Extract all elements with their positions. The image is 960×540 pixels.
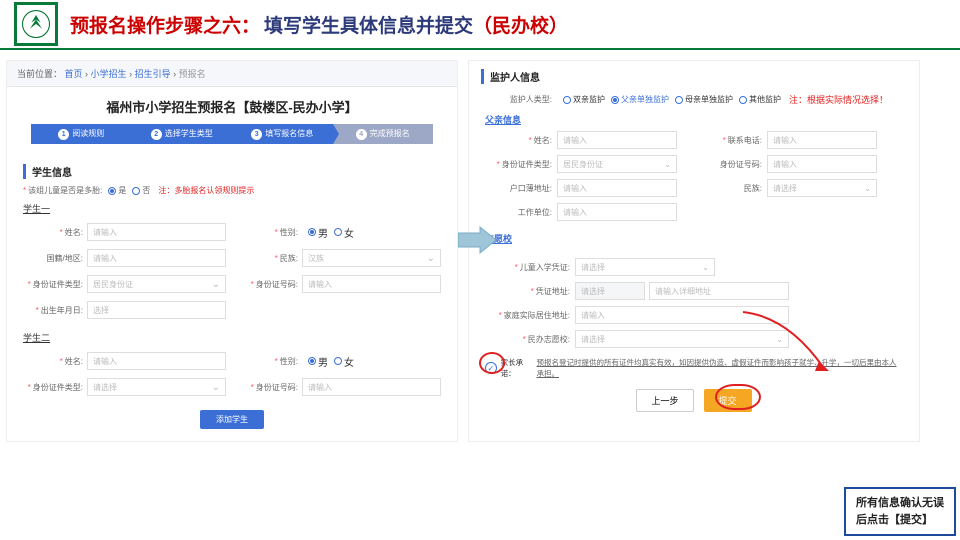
arrow-icon — [458, 225, 498, 255]
form-title: 福州市小学招生预报名【鼓楼区-民办小学】 — [7, 87, 457, 124]
select-father-idtype[interactable]: 居民身份证 — [557, 155, 677, 173]
form-panel-left: 当前位置： 首页 › 小学招生 › 招生引导 › 预报名 福州市小学招生预报名【… — [6, 60, 458, 442]
input-name-2[interactable]: 请输入 — [87, 352, 226, 370]
input-birth-1[interactable]: 选择 — [87, 301, 226, 319]
school-logo — [14, 2, 58, 46]
radio-g2[interactable] — [611, 96, 619, 104]
select-enroll-cert[interactable]: 请选择 — [575, 258, 715, 276]
input-idno-2[interactable]: 请输入 — [302, 378, 441, 396]
stepper: 1阅读规则 2选择学生类型 3填写报名信息 4完成预报名 — [7, 124, 457, 152]
input-father-idno[interactable]: 请输入 — [767, 155, 877, 173]
section-father: 父亲信息 — [469, 109, 919, 128]
section-guardian: 监护人信息 — [481, 69, 919, 84]
input-region-1[interactable]: 请输入 — [87, 249, 226, 267]
section-wish-school: 志愿校 — [469, 228, 919, 247]
radio-male-2[interactable] — [308, 357, 316, 365]
select-idtype-1[interactable]: 居民身份证 — [87, 275, 226, 293]
radio-female-2[interactable] — [334, 357, 342, 365]
input-father-huji[interactable]: 请输入 — [557, 179, 677, 197]
input-name-1[interactable]: 请输入 — [87, 223, 226, 241]
select-idtype-2[interactable]: 请选择 — [87, 378, 226, 396]
breadcrumb: 当前位置： 首页 › 小学招生 › 招生引导 › 预报名 — [7, 61, 457, 87]
radio-g3[interactable] — [675, 96, 683, 104]
input-cert-detail[interactable]: 请输入详细地址 — [649, 282, 789, 300]
page-title: 预报名操作步骤之六：填写学生具体信息并提交（民办校） — [70, 11, 568, 38]
radio-female-1[interactable] — [334, 228, 342, 236]
input-father-work[interactable]: 请输入 — [557, 203, 677, 221]
radio-twin-yes[interactable] — [108, 187, 116, 195]
radio-male-1[interactable] — [308, 228, 316, 236]
add-student-button[interactable]: 添加学生 — [200, 410, 264, 429]
radio-twin-no[interactable] — [132, 187, 140, 195]
select-father-minzu[interactable]: 请选择 — [767, 179, 877, 197]
instruction-callout: 所有信息确认无误 后点击【提交】 — [844, 487, 956, 536]
select-wish-school[interactable]: 请选择 — [575, 330, 789, 348]
input-idno-1[interactable]: 请输入 — [302, 275, 441, 293]
form-panel-right: 监护人信息 监护人类型: 双亲监护 父亲单独监护 母亲单独监护 其他监护 注：根… — [468, 60, 920, 442]
radio-g4[interactable] — [739, 96, 747, 104]
input-live-addr[interactable]: 请输入 — [575, 306, 789, 324]
prev-button[interactable]: 上一步 — [636, 389, 693, 412]
select-minzu-1[interactable]: 汉族 — [302, 249, 441, 267]
section-student-info: 学生信息 — [23, 164, 441, 179]
highlight-circle-checkbox — [479, 352, 505, 374]
input-father-phone[interactable]: 请输入 — [767, 131, 877, 149]
radio-g1[interactable] — [563, 96, 571, 104]
highlight-circle-submit — [715, 384, 761, 410]
select-cert-region[interactable]: 请选择 — [575, 282, 645, 300]
input-father-name[interactable]: 请输入 — [557, 131, 677, 149]
